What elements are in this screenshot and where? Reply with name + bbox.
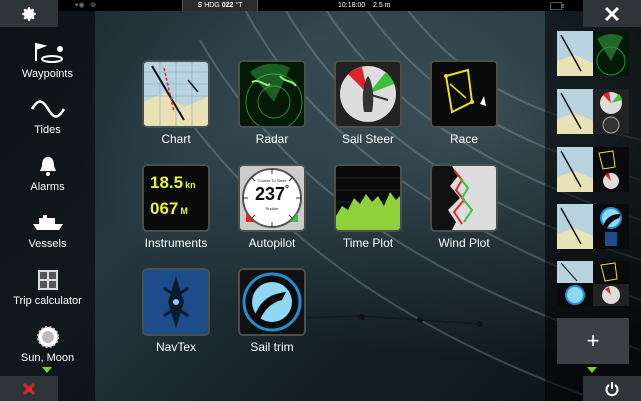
app-label: Chart <box>161 132 191 146</box>
waypoints-icon <box>28 40 68 66</box>
power-icon <box>605 381 619 396</box>
autopilot-icon: Course To Steer 237° Rudder <box>238 164 306 232</box>
depth-readout: 2.5 m <box>373 2 391 9</box>
sidebar-item-alarms[interactable]: Alarms <box>0 137 95 193</box>
settings-button[interactable] <box>0 0 58 27</box>
sun-moon-icon <box>28 324 68 350</box>
sidebar-item-label: Tides <box>34 124 61 136</box>
chart-thumbnail-icon <box>557 89 593 134</box>
app-label: Time Plot <box>342 236 394 250</box>
sail-trim-thumbnail-icon <box>593 204 629 249</box>
app-sail-steer[interactable]: Sail Steer <box>320 60 416 152</box>
radar-thumbnail-icon <box>593 31 629 76</box>
sidebar-item-label: Sun, Moon <box>20 352 75 364</box>
chart-thumbnail-icon <box>557 31 593 76</box>
time-plot-icon <box>334 164 402 232</box>
app-time-plot[interactable]: Time Plot <box>320 164 416 256</box>
tides-icon <box>28 96 68 122</box>
chart-thumbnail-icon <box>557 204 593 249</box>
race-thumbnail-icon <box>593 147 629 192</box>
app-wind-plot[interactable]: Wind Plot <box>416 164 512 256</box>
alarm-off-icon <box>22 382 36 395</box>
wind-plot-icon <box>430 164 498 232</box>
favorite-chart-sail-trim[interactable] <box>557 204 629 249</box>
scroll-down-icon[interactable] <box>587 367 597 373</box>
instrument-speed-value: 18.5 <box>150 173 184 192</box>
app-label: Sail trim <box>250 340 294 354</box>
chart-icon <box>142 60 210 128</box>
instruments-icon: 18.5 kn 067 M <box>142 164 210 232</box>
radar-icon <box>238 60 306 128</box>
app-radar[interactable]: Radar <box>224 60 320 152</box>
alarm-clear-button[interactable] <box>0 376 58 401</box>
heading-label: HDG <box>204 2 220 9</box>
heading-value: 022 <box>221 2 234 9</box>
scroll-down-icon[interactable] <box>42 367 52 373</box>
app-label: Race <box>449 132 478 146</box>
race-thumbnail-icon <box>593 261 629 306</box>
navtex-icon <box>142 268 210 336</box>
instrument-depth-value: 067 <box>150 199 179 218</box>
trip-calculator-icon <box>28 267 68 293</box>
close-icon <box>604 6 620 21</box>
autopilot-course-unit: ° <box>285 184 290 195</box>
sail-trim-icon <box>238 268 306 336</box>
app-autopilot[interactable]: Course To Steer 237° Rudder Autopilot <box>224 164 320 256</box>
autopilot-caption: Course To Steer <box>257 178 287 183</box>
app-chart[interactable]: Chart <box>128 60 224 152</box>
sidebar-item-vessels[interactable]: Vessels <box>0 194 95 250</box>
app-race[interactable]: Race <box>416 60 512 152</box>
app-label: NavTex <box>155 340 196 354</box>
favorite-multi-panel[interactable] <box>557 261 629 306</box>
app-navtex[interactable]: NavTex <box>128 268 224 360</box>
alarm-bell-icon <box>28 153 68 179</box>
favorite-chart-sail-steer[interactable] <box>557 89 629 134</box>
chart-thumbnail-icon <box>557 147 593 192</box>
race-icon <box>430 60 498 128</box>
sidebar-item-sun-moon[interactable]: Sun, Moon <box>0 308 95 364</box>
app-label: Instruments <box>144 236 208 250</box>
favorite-chart-radar[interactable] <box>557 31 629 76</box>
plus-icon: + <box>586 328 600 353</box>
heading-unit: °T <box>235 2 243 9</box>
app-label: Autopilot <box>248 236 296 250</box>
sidebar-item-waypoints[interactable]: Waypoints <box>0 24 95 80</box>
clock: 10:18:00 <box>338 2 366 9</box>
favorite-chart-race[interactable] <box>557 147 629 192</box>
sail-steer-icon <box>334 60 402 128</box>
heading-readout: S HDG 022 °T <box>182 0 258 11</box>
heading-prefix: S <box>197 2 203 9</box>
sidebar-item-label: Vessels <box>28 238 67 250</box>
app-sail-trim[interactable]: Sail trim <box>224 268 320 360</box>
sidebar-item-label: Trip calculator <box>13 295 82 307</box>
sail-steer-thumbnail-icon <box>593 89 629 134</box>
sidebar-item-tides[interactable]: Tides <box>0 80 95 136</box>
app-label: Radar <box>255 132 289 146</box>
gear-icon <box>22 6 36 21</box>
app-instruments[interactable]: 18.5 kn 067 M Instruments <box>128 164 224 256</box>
app-label: Wind Plot <box>438 236 490 250</box>
autopilot-course-value: 237 <box>254 184 286 204</box>
close-button[interactable] <box>583 0 641 27</box>
vessel-icon <box>28 210 68 236</box>
app-label: Sail Steer <box>341 132 395 146</box>
add-favorite-button[interactable]: + <box>557 318 629 364</box>
instrument-speed-unit: kn <box>185 180 196 190</box>
power-button[interactable] <box>583 376 641 401</box>
instrument-depth-unit: M <box>180 206 188 216</box>
sidebar-item-label: Waypoints <box>22 68 73 80</box>
autopilot-rudder-label: Rudder <box>265 206 279 211</box>
sidebar-item-label: Alarms <box>30 181 65 193</box>
chart-thumbnail-icon <box>557 261 593 306</box>
sidebar-item-trip-calculator[interactable]: Trip calculator <box>0 251 95 307</box>
